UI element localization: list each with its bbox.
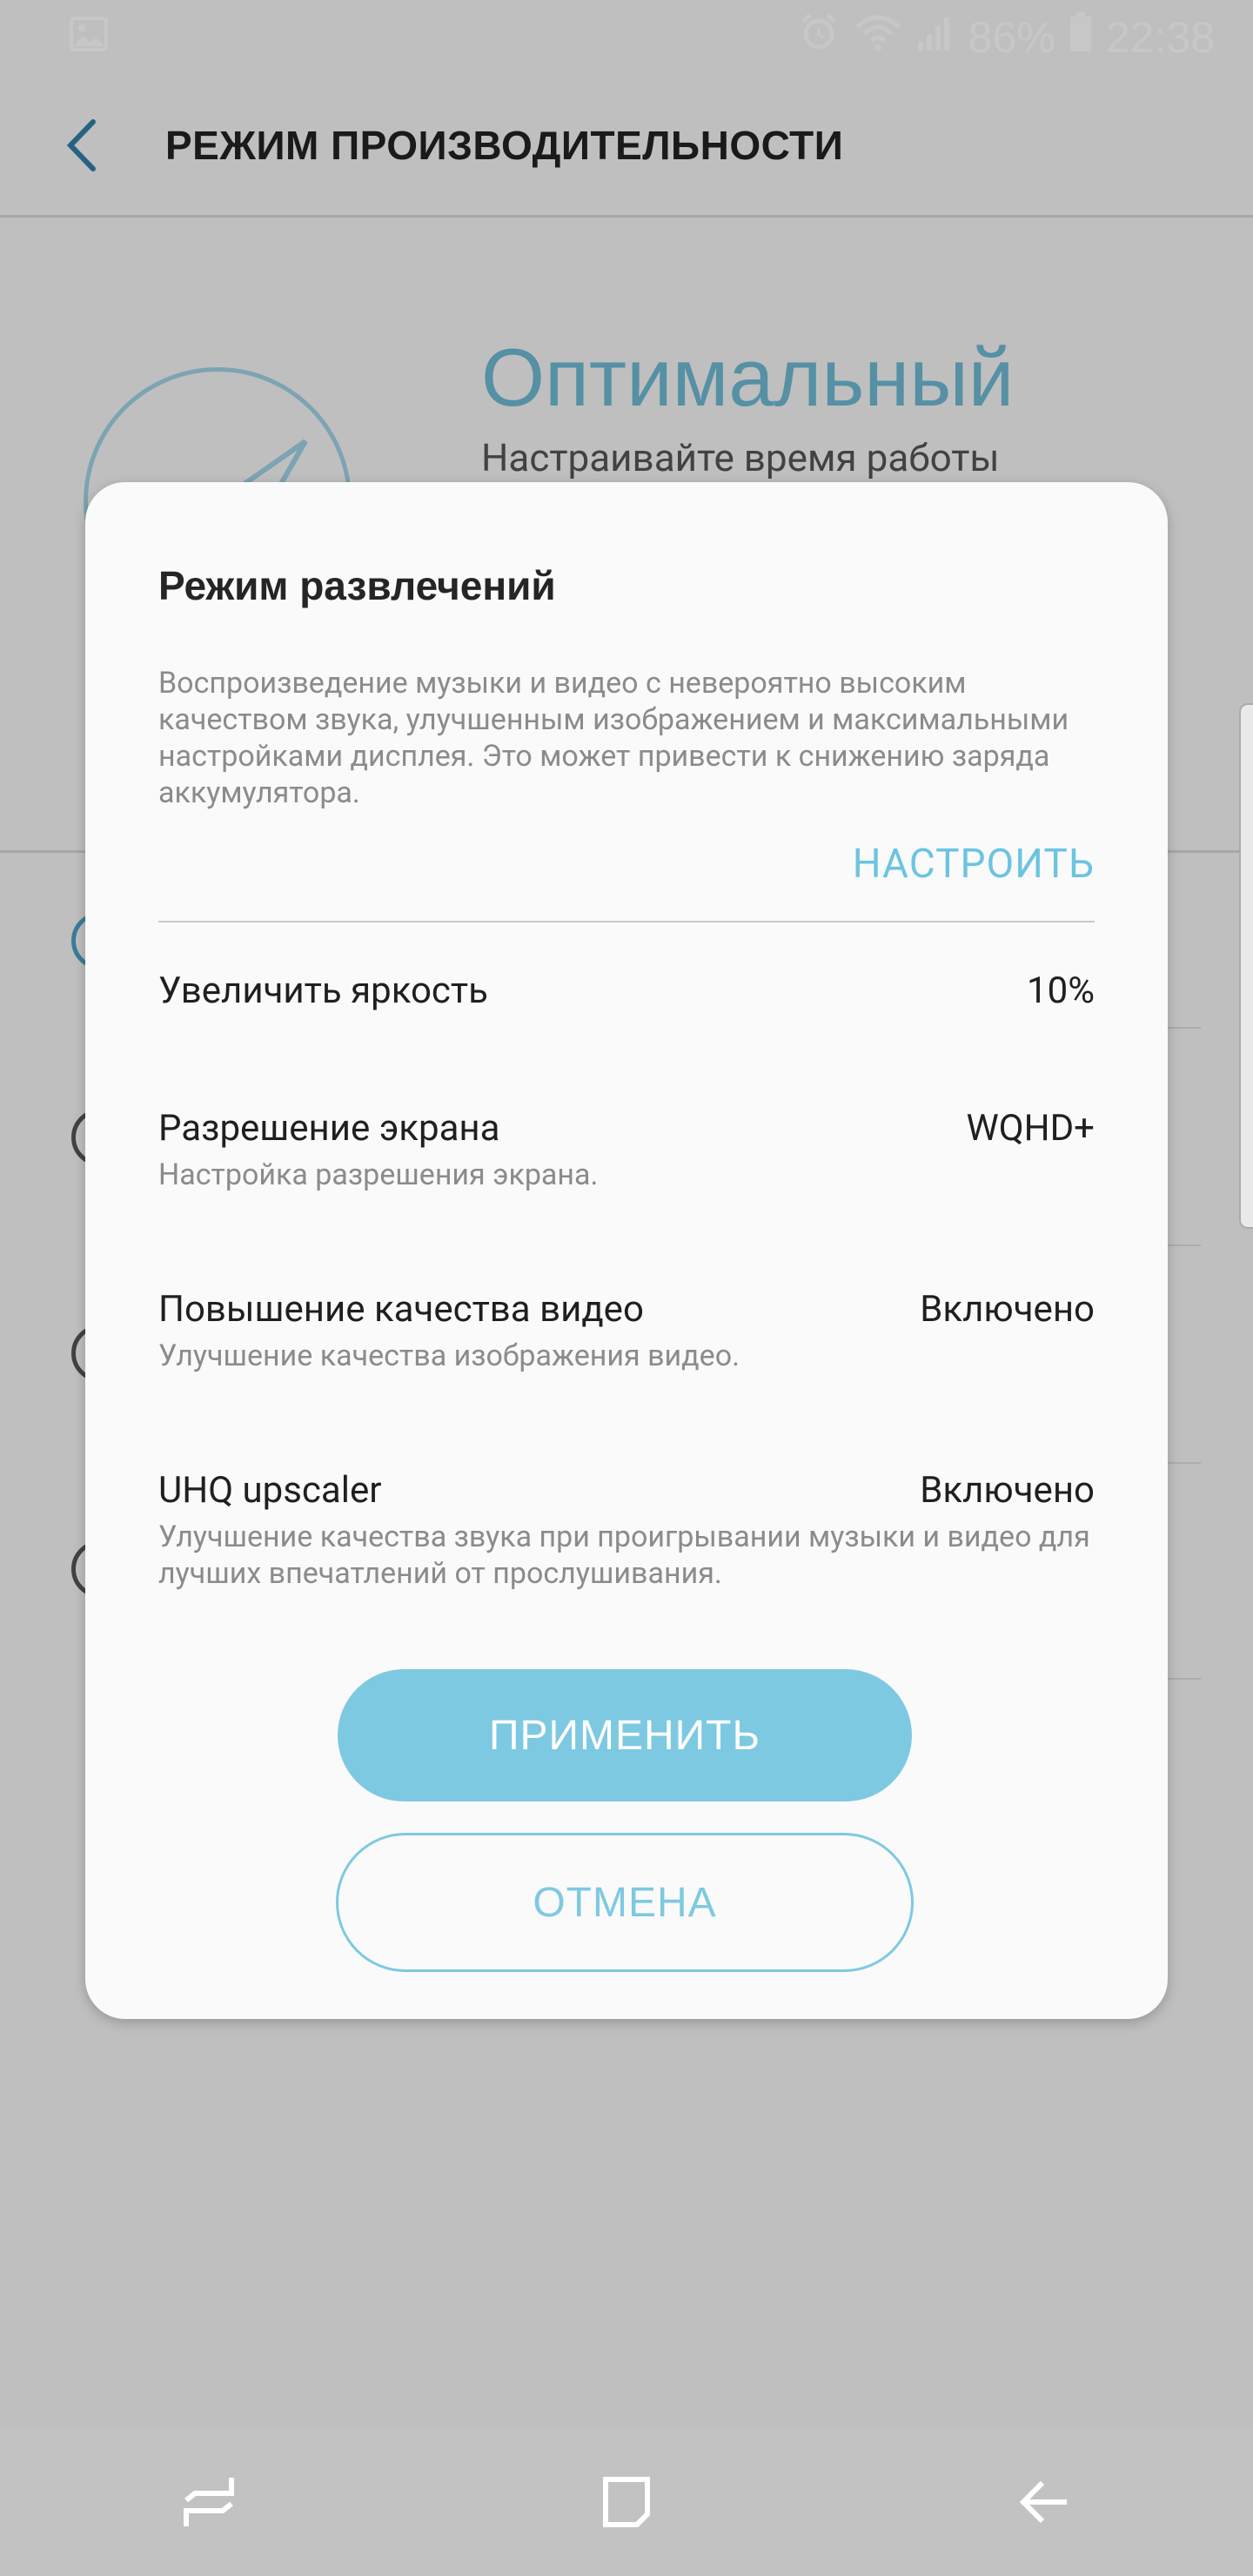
setting-description: Улучшение качества звука при проигрывани… <box>158 1519 1090 1591</box>
setting-video-enhancer: Повышение качества видео Включено Улучше… <box>158 1288 1095 1374</box>
setting-value: WQHD+ <box>966 1107 1095 1150</box>
recent-apps-icon <box>184 2478 234 2526</box>
setting-uhq-upscaler: UHQ upscaler Включено Улучшение качества… <box>158 1469 1095 1592</box>
dialog-title: Режим развлечений <box>158 563 556 608</box>
back-nav-button[interactable] <box>992 2450 1096 2554</box>
setting-label: Разрешение экрана <box>158 1107 500 1150</box>
setting-description: Настройка разрешения экрана. <box>158 1157 599 1192</box>
setting-label: UHQ upscaler <box>158 1469 382 1512</box>
setting-value: Включено <box>920 1288 1095 1331</box>
setting-resolution: Разрешение экрана WQHD+ Настройка разреш… <box>158 1107 1095 1193</box>
entertainment-mode-dialog: Режим развлечений Воспроизведение музыки… <box>85 482 1168 2019</box>
setting-value: 10% <box>1027 969 1095 1012</box>
home-icon <box>603 2477 650 2527</box>
back-icon <box>1019 2480 1067 2524</box>
dialog-description: Воспроизведение музыки и видео с невероя… <box>158 666 1069 810</box>
setting-value: Включено <box>920 1469 1095 1512</box>
setting-description: Улучшение качества изображения видео. <box>158 1338 740 1373</box>
setting-brightness: Увеличить яркость 10% <box>158 969 1095 1012</box>
home-button[interactable] <box>574 2450 679 2554</box>
divider <box>158 921 1095 922</box>
navigation-bar <box>0 2428 1253 2576</box>
customize-button[interactable]: НАСТРОИТЬ <box>853 841 1095 888</box>
apply-button[interactable]: ПРИМЕНИТЬ <box>338 1669 912 1801</box>
cancel-button[interactable]: ОТМЕНА <box>336 1833 914 1972</box>
edge-panel-handle[interactable] <box>1239 703 1253 1229</box>
setting-label: Повышение качества видео <box>158 1288 644 1331</box>
setting-label: Увеличить яркость <box>158 969 488 1012</box>
recent-apps-button[interactable] <box>157 2450 261 2554</box>
